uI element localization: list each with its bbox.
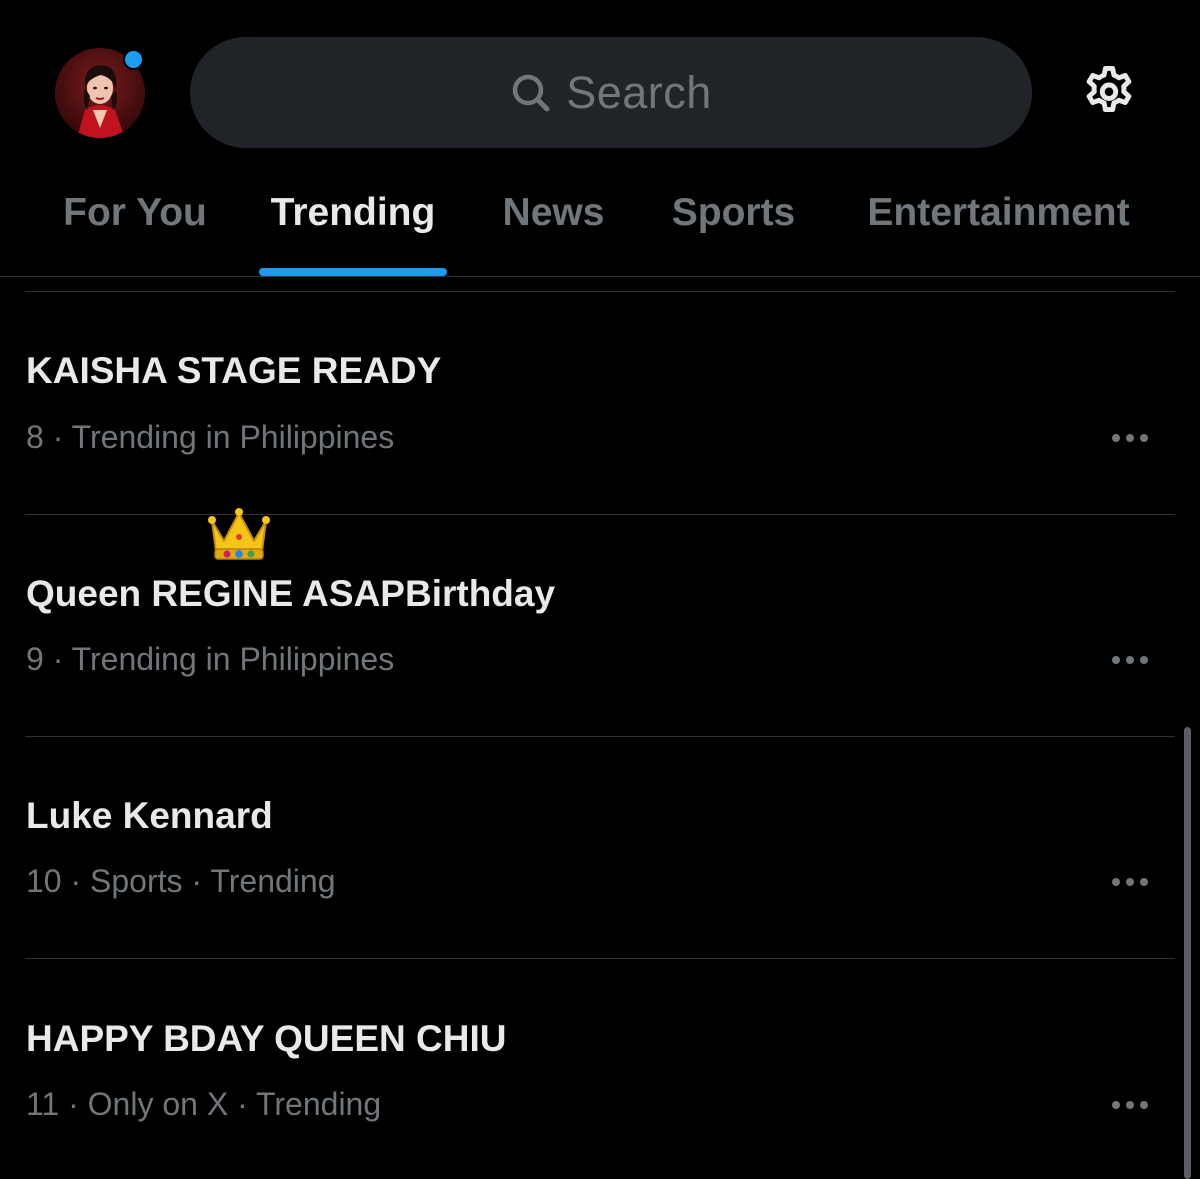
trend-title: KAISHA STAGE READY: [26, 350, 442, 391]
crown-icon: [206, 507, 272, 563]
row-divider: [25, 514, 1175, 515]
tab-for-you[interactable]: For You: [63, 178, 207, 276]
more-options-button[interactable]: [1106, 1090, 1154, 1120]
more-options-button[interactable]: [1106, 867, 1154, 897]
trend-title: Luke Kennard: [26, 795, 273, 836]
trend-meta: 8 · Trending in Philippines: [26, 419, 395, 455]
trend-title: HAPPY BDAY QUEEN CHIU: [26, 1018, 507, 1059]
gear-icon: [1086, 66, 1132, 112]
active-tab-indicator: [259, 268, 447, 276]
explore-tabs: For You Trending News Sports Entertainme…: [0, 178, 1200, 276]
tab-sports[interactable]: Sports: [671, 178, 796, 276]
more-icon: [1112, 878, 1120, 886]
tabs-divider: [0, 276, 1200, 277]
trend-meta: 10 · Sports · Trending: [26, 863, 336, 899]
search-placeholder: Search: [566, 66, 712, 118]
more-icon: [1112, 434, 1120, 442]
search-icon: [512, 74, 550, 111]
more-icon: [1112, 656, 1120, 664]
tab-trending[interactable]: Trending: [259, 178, 447, 276]
search-bar[interactable]: Search: [190, 37, 1032, 148]
settings-button[interactable]: [1078, 62, 1140, 124]
tab-news[interactable]: News: [502, 178, 605, 276]
trend-meta: 11 · Only on X · Trending: [26, 1086, 382, 1122]
trend-meta: 9 · Trending in Philippines: [26, 641, 395, 677]
notification-dot: [123, 49, 144, 70]
trend-title: Queen REGINE ASAPBirthday: [26, 573, 556, 614]
row-divider: [25, 291, 1175, 292]
scrollbar[interactable]: [1184, 727, 1191, 1179]
row-divider: [25, 736, 1175, 737]
more-options-button[interactable]: [1106, 423, 1154, 453]
row-divider: [25, 958, 1175, 959]
more-icon: [1112, 1101, 1120, 1109]
more-options-button[interactable]: [1106, 645, 1154, 675]
tab-entertainment[interactable]: Entertainment: [863, 178, 1134, 276]
